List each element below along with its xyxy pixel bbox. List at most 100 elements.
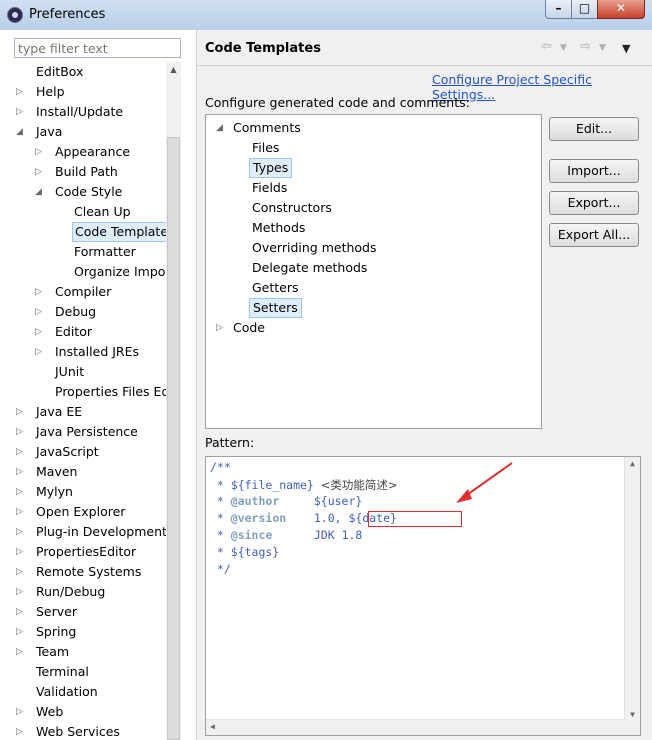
sidebar-item-label: Maven	[36, 464, 78, 479]
sidebar-item-label: PropertiesEditor	[36, 544, 137, 559]
page-title: Code Templates	[205, 41, 321, 56]
window-title: Preferences	[29, 7, 106, 22]
collapse-arrow-icon[interactable]: ▷	[16, 422, 28, 442]
filter-input[interactable]	[14, 38, 181, 58]
sidebar-item-label: Installed JREs	[55, 344, 140, 359]
pattern-hscrollbar[interactable]: ◀	[206, 719, 626, 735]
template-item-label: Delegate methods	[252, 260, 368, 275]
edit-button[interactable]: Edit...	[549, 117, 639, 141]
template-item-label: Overriding methods	[252, 240, 377, 255]
forward-arrow-icon[interactable]: ⇨	[580, 39, 591, 54]
scroll-up-icon[interactable]: ▲	[166, 62, 181, 78]
back-dropdown-icon[interactable]: ▼	[560, 43, 567, 53]
preferences-sidebar: EditBox ▷ Help ▷ Install/Update ◢ Java ▷ Appeara…	[0, 30, 197, 740]
sidebar-item-label: Java Persistence	[36, 424, 138, 439]
description-label: Configure generated code and comments:	[205, 95, 470, 110]
collapse-arrow-icon[interactable]: ▷	[16, 482, 28, 502]
scroll-left-icon[interactable]: ◀	[210, 720, 215, 734]
sidebar-item-label: Team	[36, 644, 70, 659]
maximize-icon: □	[578, 1, 591, 15]
sidebar-item-label: Java EE	[36, 404, 83, 419]
scrollbar-thumb[interactable]	[167, 137, 180, 740]
annotation-arrow-icon	[456, 462, 513, 503]
minimize-button[interactable]: –	[545, 0, 572, 19]
collapse-arrow-icon[interactable]: ▷	[35, 142, 47, 162]
collapse-arrow-icon[interactable]: ▷	[35, 342, 47, 362]
scroll-down-icon[interactable]: ▼	[625, 710, 640, 719]
sidebar-item-label: Web	[36, 704, 64, 719]
expand-arrow-icon[interactable]: ◢	[16, 122, 28, 142]
templates-tree: ◢ Comments Files Types Fields Constructors Met…	[205, 114, 542, 429]
code-templates-page: Code Templates ⇦ ▼ ⇨ ▼ ▼ Configure Proje…	[197, 30, 652, 740]
window-titlebar: Preferences – □ ✕	[0, 0, 652, 31]
collapse-arrow-icon[interactable]: ▷	[16, 642, 28, 662]
template-item-label: Getters	[252, 280, 299, 295]
template-item-label: Comments	[233, 120, 301, 135]
sidebar-item-label: Plug-in Development	[36, 524, 166, 539]
sidebar-item-label: Run/Debug	[36, 584, 106, 599]
back-arrow-icon[interactable]: ⇦	[541, 39, 552, 54]
sidebar-item-label: Formatter	[74, 244, 136, 259]
sidebar-item-label: Mylyn	[36, 484, 73, 499]
sidebar-item-label: Java	[36, 124, 63, 139]
collapse-arrow-icon[interactable]: ▷	[16, 442, 28, 462]
template-item-label: Constructors	[252, 200, 332, 215]
maximize-button[interactable]: □	[571, 0, 598, 19]
export-all-button[interactable]: Export All...	[549, 223, 639, 247]
sidebar-item-label: Install/Update	[36, 104, 124, 119]
template-item-label: Fields	[252, 180, 288, 195]
collapse-arrow-icon[interactable]: ▷	[35, 302, 47, 322]
collapse-arrow-icon[interactable]: ▷	[16, 562, 28, 582]
sidebar-item-label: Terminal	[36, 664, 89, 679]
sidebar-item-label: Remote Systems	[36, 564, 142, 579]
collapse-arrow-icon[interactable]: ▷	[16, 102, 28, 122]
import-button[interactable]: Import...	[549, 159, 639, 183]
eclipse-app-icon	[7, 7, 23, 23]
collapse-arrow-icon[interactable]: ▷	[16, 462, 28, 482]
pattern-vscrollbar[interactable]: ▲ ▼	[624, 457, 640, 735]
sidebar-item-label: Clean Up	[74, 204, 131, 219]
sidebar-item-label: Code Style	[55, 184, 123, 199]
collapse-arrow-icon[interactable]: ▷	[216, 318, 228, 338]
collapse-arrow-icon[interactable]: ▷	[35, 162, 47, 182]
collapse-arrow-icon[interactable]: ▷	[16, 722, 28, 740]
sidebar-item-label: Appearance	[55, 144, 131, 159]
sidebar-item-label: Debug	[55, 304, 97, 319]
collapse-arrow-icon[interactable]: ▷	[16, 522, 28, 542]
collapse-arrow-icon[interactable]: ▷	[16, 402, 28, 422]
pattern-label: Pattern:	[205, 435, 255, 450]
sidebar-item-label: Build Path	[55, 164, 118, 179]
sidebar-item-label: Code Templates	[72, 222, 166, 242]
scroll-up-icon[interactable]: ▲	[625, 459, 640, 468]
forward-dropdown-icon[interactable]: ▼	[599, 43, 606, 53]
sidebar-scrollbar[interactable]: ▲	[166, 62, 181, 740]
sidebar-item-label: JavaScript	[36, 444, 99, 459]
collapse-arrow-icon[interactable]: ▷	[16, 82, 28, 102]
sidebar-item-label: EditBox	[36, 64, 84, 79]
collapse-arrow-icon[interactable]: ▷	[16, 502, 28, 522]
collapse-arrow-icon[interactable]: ▷	[35, 282, 47, 302]
collapse-arrow-icon[interactable]: ▷	[16, 622, 28, 642]
expand-arrow-icon[interactable]: ◢	[35, 182, 47, 202]
collapse-arrow-icon[interactable]: ▷	[16, 542, 28, 562]
sidebar-item-label: Validation	[36, 684, 98, 699]
close-button[interactable]: ✕	[597, 0, 645, 19]
sidebar-item-label: JUnit	[55, 364, 85, 379]
preferences-tree: EditBox ▷ Help ▷ Install/Update ◢ Java ▷ Appeara…	[8, 62, 166, 740]
sidebar-item-label: Open Explorer	[36, 504, 126, 519]
collapse-arrow-icon[interactable]: ▷	[16, 702, 28, 722]
sidebar-item-label: Editor	[55, 324, 92, 339]
export-button[interactable]: Export...	[549, 191, 639, 215]
collapse-arrow-icon[interactable]: ▷	[16, 582, 28, 602]
sidebar-item-label: Organize Imports	[74, 264, 166, 279]
pattern-editor[interactable]: /** * ${file_name} <类功能简述> * @author ${u…	[205, 456, 641, 736]
collapse-arrow-icon[interactable]: ▷	[16, 602, 28, 622]
close-icon: ✕	[615, 1, 627, 15]
template-item-label: Types	[249, 158, 293, 178]
view-menu-icon[interactable]: ▼	[622, 42, 630, 55]
sidebar-item-label: Server	[36, 604, 77, 619]
header-divider	[197, 65, 652, 66]
minimize-icon: –	[555, 1, 562, 15]
expand-arrow-icon[interactable]: ◢	[216, 118, 228, 138]
collapse-arrow-icon[interactable]: ▷	[35, 322, 47, 342]
